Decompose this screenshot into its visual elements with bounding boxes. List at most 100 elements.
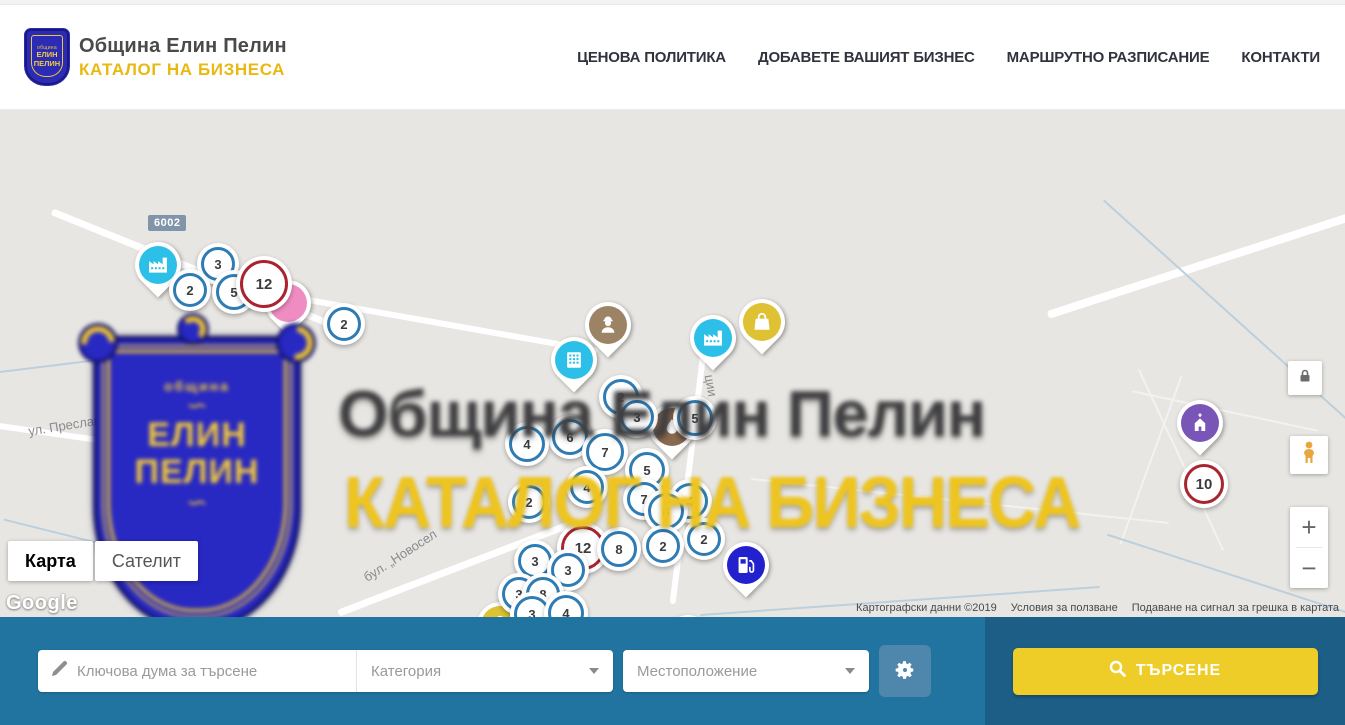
cluster-marker[interactable]: 5 [673, 396, 717, 440]
cluster-count: 4 [583, 480, 590, 495]
cluster-count: 6 [566, 430, 573, 445]
road-line [1047, 209, 1345, 319]
map-attribution: Картографски данни ©2019 Условия за полз… [856, 602, 1339, 614]
map-pin-bag[interactable] [739, 299, 785, 345]
shield-curl-center [180, 316, 206, 342]
cluster-count: 4 [562, 606, 569, 618]
site-header: община ЕЛИНПЕЛИН Община Елин Пелин КАТАЛ… [0, 5, 1345, 110]
watermark-ornament-top: ∽ [186, 394, 208, 417]
cluster-count: 5 [691, 411, 698, 426]
map-pin-factory[interactable] [690, 315, 736, 361]
cluster-count: 2 [700, 532, 707, 547]
municipality-logo: община ЕЛИНПЕЛИН [25, 29, 69, 85]
cluster-count: 3 [564, 563, 571, 578]
cluster-marker[interactable]: 2 [169, 269, 211, 311]
google-logo[interactable]: Google [6, 592, 78, 615]
road-number-badge: 6002 [148, 215, 186, 231]
watermark-shield-small-text: община [164, 378, 230, 394]
location-select[interactable]: Местоположение [623, 650, 869, 692]
cluster-count: 8 [615, 542, 622, 557]
cluster-marker[interactable]: 2 [683, 518, 725, 560]
attribution-copyright: Картографски данни ©2019 [856, 602, 997, 614]
search-bar-right: ТЪРСЕНЕ [985, 617, 1345, 725]
cluster-count: 3 [214, 257, 221, 272]
road-line [751, 478, 1169, 524]
cluster-count: 10 [1196, 476, 1213, 493]
cluster-count: 2 [340, 317, 347, 332]
cluster-marker[interactable]: 8 [597, 527, 641, 571]
cluster-marker[interactable]: 2 [323, 303, 365, 345]
cluster-marker[interactable]: 12 [236, 256, 292, 312]
logo-border [31, 35, 63, 77]
cluster-count: 3 [528, 607, 535, 618]
cluster-count: 4 [523, 437, 530, 452]
cluster-count: 3 [531, 554, 538, 569]
map-pin-fuel[interactable] [723, 542, 769, 588]
street-name-label: ции [702, 373, 721, 397]
nav-item-contacts[interactable]: КОНТАКТИ [1241, 49, 1320, 66]
pegman-icon [1298, 440, 1320, 471]
search-submit-button[interactable]: ТЪРСЕНЕ [1013, 648, 1318, 695]
cluster-count: 7 [601, 445, 608, 460]
map-pin-church[interactable] [1177, 400, 1223, 446]
brand[interactable]: община ЕЛИНПЕЛИН Община Елин Пелин КАТАЛ… [25, 29, 287, 85]
keyword-field[interactable] [38, 650, 356, 692]
cluster-count: 2 [659, 539, 666, 554]
lock-icon [1297, 368, 1313, 389]
location-select-label: Местоположение [637, 663, 757, 680]
search-bar: Категория Местоположение ТЪРСЕНЕ [0, 617, 1345, 725]
watermark-ornament-bottom: ∽ [186, 491, 208, 514]
cluster-marker[interactable]: 4 [566, 466, 608, 508]
brand-subtitle: КАТАЛОГ НА БИЗНЕСА [79, 60, 287, 80]
category-select-label: Категория [371, 663, 441, 680]
cluster-marker[interactable]: 10 [1180, 460, 1228, 508]
category-select[interactable]: Категория [356, 650, 613, 692]
church-icon [1181, 404, 1219, 442]
cluster-count: 5 [643, 463, 650, 478]
cluster-count: 12 [256, 276, 273, 293]
cluster-marker[interactable]: 2 [642, 525, 684, 567]
street-view-pegman-button[interactable] [1290, 436, 1328, 474]
cluster-count: 2 [186, 283, 193, 298]
attribution-terms-link[interactable]: Условия за ползване [1011, 602, 1118, 614]
main-nav: ЦЕНОВА ПОЛИТИКА ДОБАВЕТЕ ВАШИЯТ БИЗНЕС М… [577, 49, 1320, 66]
chevron-down-icon [845, 668, 855, 674]
advanced-settings-button[interactable] [879, 645, 931, 697]
map-type-map-button[interactable]: Карта [8, 541, 93, 581]
building-icon [555, 341, 593, 379]
road-line [1132, 390, 1318, 431]
attribution-report-error-link[interactable]: Подаване на сигнал за грешка в картата [1132, 602, 1339, 614]
search-bar-left: Категория Местоположение [0, 617, 985, 725]
gear-icon [894, 659, 916, 684]
cluster-marker[interactable]: 2 [508, 481, 550, 523]
cluster-count: 2 [525, 495, 532, 510]
nav-item-route-schedule[interactable]: МАРШРУТНО РАЗПИСАНИЕ [1007, 49, 1210, 66]
map-pin-building[interactable] [551, 337, 597, 383]
map-type-satellite-button[interactable]: Сателит [95, 541, 198, 581]
cluster-count: 8 [662, 504, 669, 519]
bag-icon [743, 303, 781, 341]
nav-item-pricing[interactable]: ЦЕНОВА ПОЛИТИКА [577, 49, 726, 66]
keyword-input[interactable] [77, 663, 344, 680]
zoom-out-button[interactable]: − [1290, 548, 1328, 588]
water-line [0, 338, 269, 374]
search-icon [1109, 660, 1126, 682]
factory-icon [694, 319, 732, 357]
brand-title: Община Елин Пелин [79, 35, 287, 58]
cluster-marker[interactable]: 5 [666, 615, 710, 617]
zoom-in-button[interactable]: + [1290, 507, 1328, 547]
nav-item-add-business[interactable]: ДОБАВЕТЕ ВАШИЯТ БИЗНЕС [758, 49, 975, 66]
search-fields: Категория [38, 650, 613, 692]
cluster-marker[interactable]: 3 [616, 396, 658, 438]
chevron-down-icon [589, 668, 599, 674]
google-map[interactable]: 6002105ул. Преславбул. „Новоселции 32512… [0, 110, 1345, 617]
cluster-count: 3 [633, 410, 640, 425]
pencil-icon [50, 660, 68, 683]
fuel-icon [727, 546, 765, 584]
map-type-control: Карта Сателит [8, 541, 198, 581]
zoom-control: + − [1290, 507, 1328, 588]
brand-text: Община Елин Пелин КАТАЛОГ НА БИЗНЕСА [79, 35, 287, 80]
search-submit-label: ТЪРСЕНЕ [1136, 662, 1221, 680]
cluster-marker[interactable]: 4 [505, 422, 549, 466]
lock-control-button[interactable] [1288, 361, 1322, 395]
